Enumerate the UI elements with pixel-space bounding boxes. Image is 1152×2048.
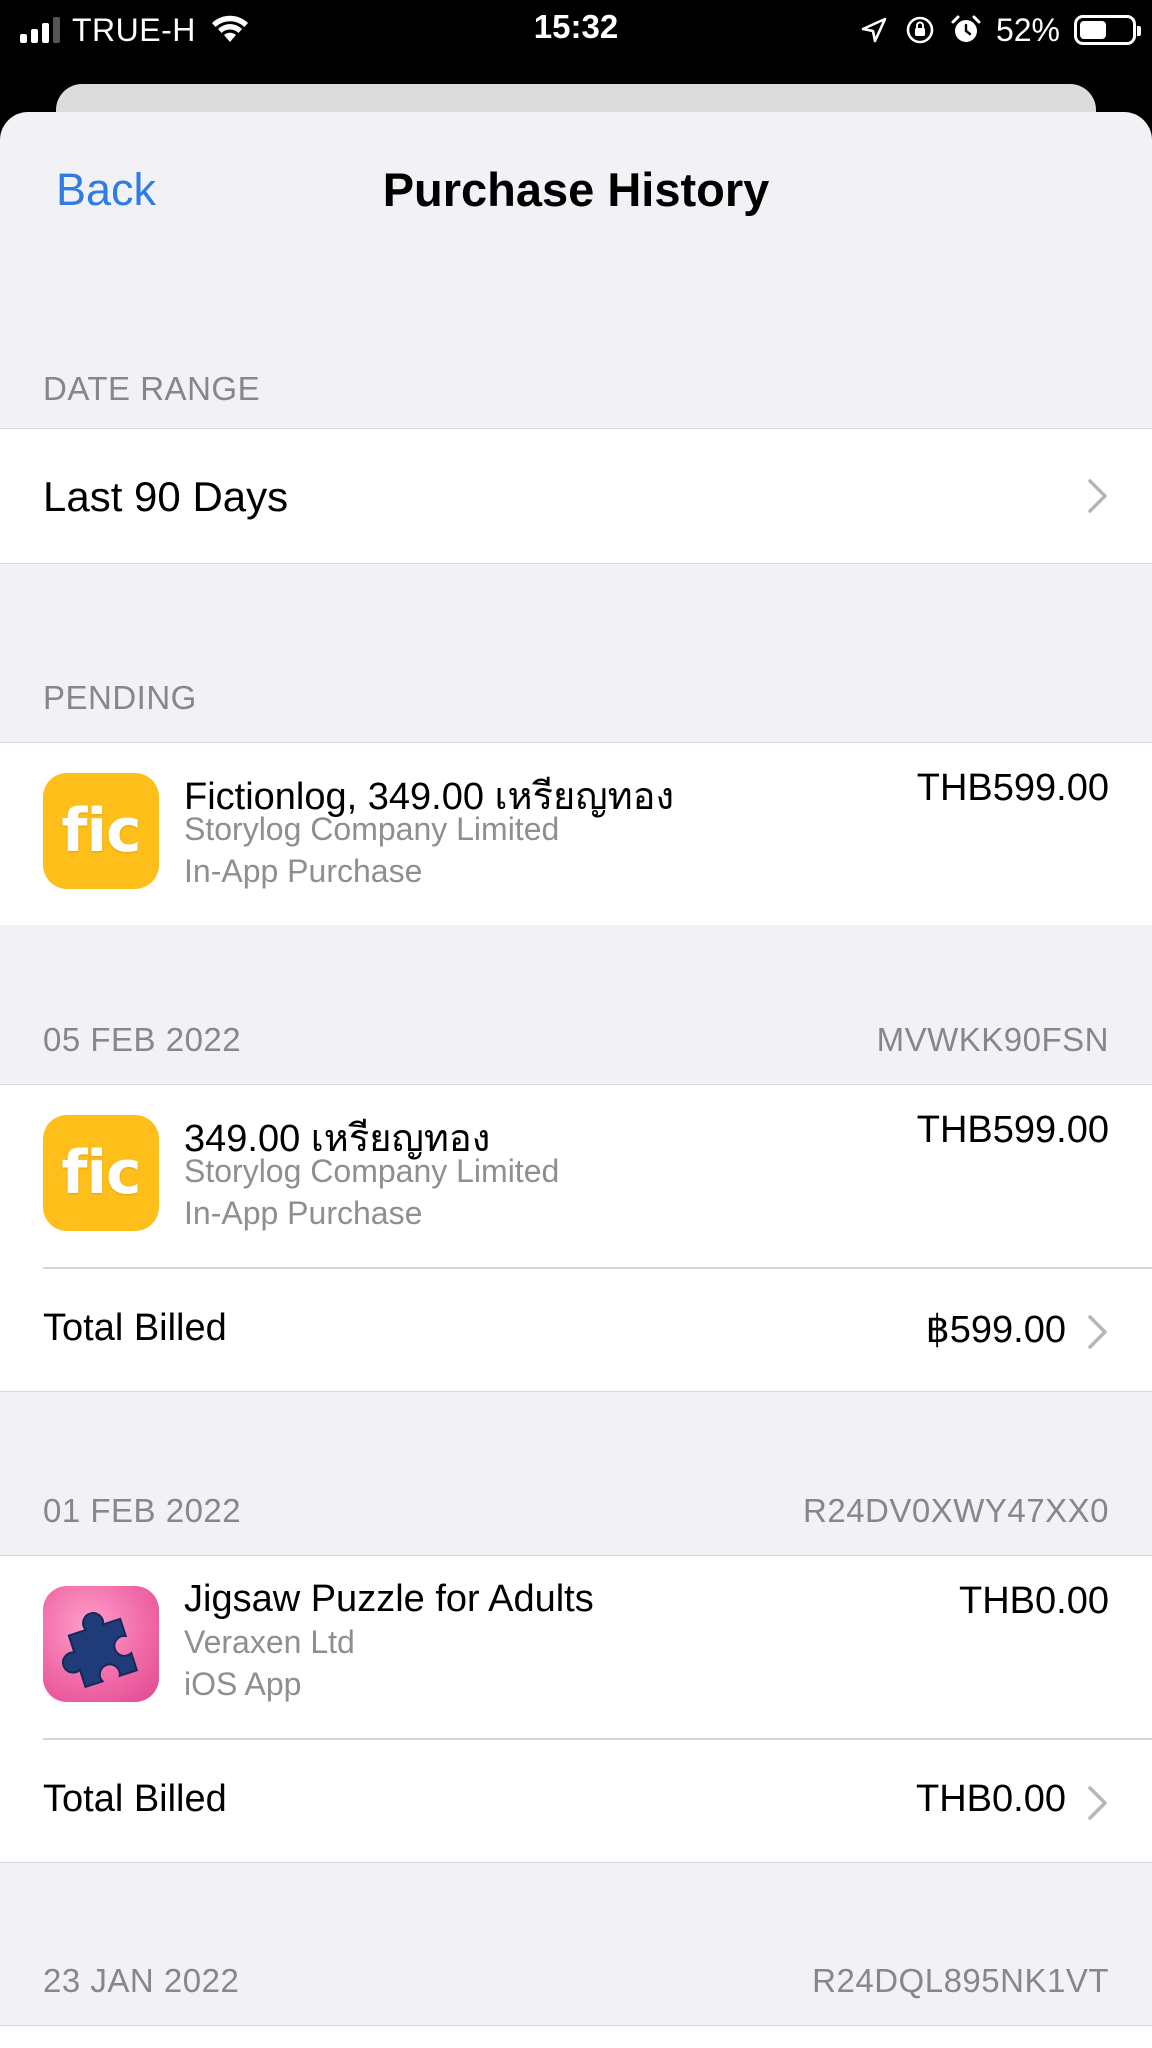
battery-percent: 52% bbox=[995, 11, 1060, 48]
battery-icon bbox=[1074, 15, 1141, 45]
order-date: 23 JAN 2022 bbox=[43, 1962, 240, 1999]
date-range-selector[interactable]: Last 90 Days bbox=[0, 429, 1152, 563]
order-date-header: 23 JAN 2022 R24DQL895NK1VT bbox=[0, 1960, 1152, 2010]
total-billed-label: Total Billed bbox=[43, 1306, 227, 1349]
purchase-type: iOS App bbox=[184, 1666, 302, 1702]
purchase-type: In-App Purchase bbox=[184, 1195, 423, 1231]
order-date: 05 FEB 2022 bbox=[43, 1021, 242, 1058]
chevron-right-icon bbox=[1088, 1314, 1107, 1349]
section-header-label: PENDING bbox=[43, 679, 197, 716]
pending-header: PENDING bbox=[0, 677, 1152, 727]
order-id: R24DV0XWY47XX0 bbox=[803, 1492, 1109, 1529]
order-date-header: 05 FEB 2022 MVWKK90FSN bbox=[0, 1019, 1152, 1069]
purchase-name: Jigsaw Puzzle for Adults bbox=[184, 1578, 594, 1620]
total-billed-amount: ฿599.00 bbox=[925, 1308, 1066, 1351]
order-id: MVWKK90FSN bbox=[876, 1021, 1109, 1058]
section-header-label: DATE RANGE bbox=[43, 370, 261, 407]
puzzle-piece-icon bbox=[62, 1612, 139, 1689]
status-bar: TRUE-H 15:32 52% bbox=[0, 0, 1152, 60]
location-icon bbox=[861, 17, 887, 43]
order-group bbox=[0, 2025, 1152, 2048]
fictionlog-app-icon: fic bbox=[43, 773, 159, 889]
order-id: R24DQL895NK1VT bbox=[812, 1962, 1109, 1999]
order-date: 01 FEB 2022 bbox=[43, 1492, 242, 1529]
total-billed-row[interactable]: Total Billed ฿599.00 bbox=[0, 1269, 1152, 1391]
date-range-header: DATE RANGE bbox=[0, 368, 1152, 418]
app-icon-logo: fic bbox=[61, 1138, 141, 1208]
purchase-history-sheet: Back Purchase History DATE RANGE Last 90… bbox=[0, 112, 1152, 2048]
page-title: Purchase History bbox=[382, 163, 770, 216]
purchase-item[interactable]: Jigsaw Puzzle for Adults Veraxen Ltd iOS… bbox=[0, 1556, 1152, 1738]
jigsaw-puzzle-app-icon bbox=[43, 1586, 159, 1702]
orientation-lock-icon bbox=[906, 16, 934, 44]
purchase-type: In-App Purchase bbox=[184, 853, 423, 889]
date-range-value: Last 90 Days bbox=[43, 473, 289, 520]
purchase-developer: Storylog Company Limited bbox=[184, 811, 560, 847]
date-range-group: Last 90 Days bbox=[0, 428, 1152, 564]
purchase-price: THB599.00 bbox=[916, 767, 1109, 809]
total-billed-label: Total Billed bbox=[43, 1777, 227, 1820]
alarm-icon bbox=[951, 15, 981, 42]
order-group: fic 349.00 เหรียญทอง Storylog Company Li… bbox=[0, 1084, 1152, 1392]
order-group: Jigsaw Puzzle for Adults Veraxen Ltd iOS… bbox=[0, 1555, 1152, 1863]
fictionlog-app-icon: fic bbox=[43, 1115, 159, 1231]
purchase-price: THB599.00 bbox=[916, 1109, 1109, 1151]
purchase-item[interactable]: fic 349.00 เหรียญทอง Storylog Company Li… bbox=[0, 1085, 1152, 1267]
navigation-bar: Back Purchase History bbox=[0, 112, 1152, 262]
chevron-right-icon bbox=[1088, 479, 1107, 513]
total-billed-amount: THB0.00 bbox=[916, 1777, 1066, 1820]
chevron-right-icon bbox=[1088, 1785, 1107, 1820]
purchase-developer: Storylog Company Limited bbox=[184, 1153, 560, 1189]
order-date-header: 01 FEB 2022 R24DV0XWY47XX0 bbox=[0, 1490, 1152, 1540]
pending-group: fic Fictionlog, 349.00 เหรียญทอง Storylo… bbox=[0, 742, 1152, 925]
purchase-developer: Veraxen Ltd bbox=[184, 1624, 355, 1660]
app-icon-logo: fic bbox=[61, 796, 141, 866]
pending-purchase-item[interactable]: fic Fictionlog, 349.00 เหรียญทอง Storylo… bbox=[0, 743, 1152, 925]
total-billed-row[interactable]: Total Billed THB0.00 bbox=[0, 1740, 1152, 1862]
purchase-price: THB0.00 bbox=[959, 1580, 1109, 1622]
